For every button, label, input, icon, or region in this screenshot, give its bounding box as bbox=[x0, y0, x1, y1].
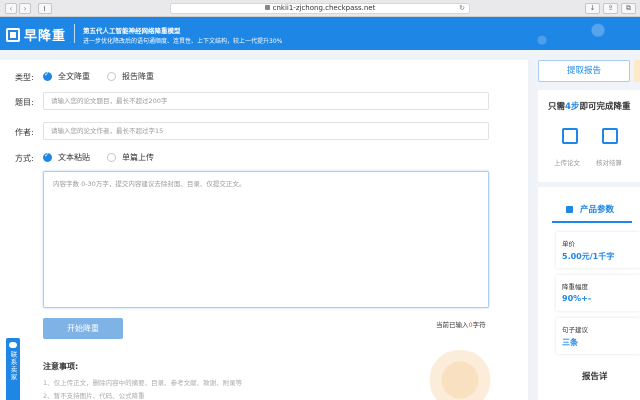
share-icon[interactable]: ⇪ bbox=[603, 3, 618, 14]
params-icon bbox=[566, 205, 573, 213]
mode-option-upload-label: 单篇上传 bbox=[122, 153, 154, 162]
param-card-suggestions: 句子建议 三条 bbox=[556, 318, 640, 354]
start-rewrite-button[interactable]: 开始降重 bbox=[43, 318, 123, 339]
param-value: 5.00元/1千字 bbox=[562, 252, 615, 261]
note-item: 2、暂不支持图片、代码、公式降重 bbox=[43, 392, 145, 400]
mode-option-paste-label: 文本粘贴 bbox=[58, 153, 90, 162]
char-count-prefix: 当前已输入 bbox=[436, 321, 469, 329]
logo[interactable]: 早降重 bbox=[6, 25, 66, 44]
note-item: 1、仅上传正文，删除内容中的摘要、目录、参考文献、致谢、附录等 bbox=[43, 379, 243, 387]
steps-title-pre: 只需 bbox=[548, 102, 566, 112]
scrollbar[interactable] bbox=[528, 60, 532, 400]
radio-checked-icon bbox=[43, 151, 52, 162]
param-label: 单价 bbox=[562, 240, 575, 248]
param-card-reduction: 降重幅度 90%+- bbox=[556, 275, 640, 311]
params-panel: 产品参数 单价 5.00元/1千字 降重幅度 90%+- 句子建议 三条 报告详 bbox=[538, 187, 640, 400]
step-label: 上传论文 bbox=[554, 159, 580, 167]
type-option-full-label: 全文降重 bbox=[58, 72, 90, 81]
mode-label: 方式: bbox=[15, 154, 34, 163]
site-header: 早降重 第五代人工智能神经网络降重模型 进一步优化降改后的语句通顺度、连贯性、上… bbox=[0, 17, 640, 50]
back-icon[interactable]: ‹ bbox=[5, 3, 17, 14]
author-input[interactable]: 请输入您的论文作者，最长不超过字15 bbox=[43, 122, 489, 140]
param-label: 句子建议 bbox=[562, 326, 588, 334]
upload-icon bbox=[562, 128, 578, 144]
logo-icon bbox=[6, 27, 20, 42]
tab-product-params-label: 产品参数 bbox=[580, 205, 615, 215]
browser-actions: ↓ ⇪ ⧉ bbox=[585, 3, 636, 14]
type-option-full[interactable]: 全文降重 bbox=[43, 70, 90, 82]
param-card-price: 单价 5.00元/1千字 bbox=[556, 232, 640, 268]
steps-title-post: 即可完成降重 bbox=[579, 102, 631, 112]
mode-option-upload[interactable]: 单篇上传 bbox=[107, 152, 154, 163]
header-title: 第五代人工智能神经网络降重模型 bbox=[83, 27, 181, 35]
steps-title: 只需4步即可完成降重 bbox=[548, 100, 630, 112]
param-value: 90%+- bbox=[562, 294, 592, 303]
steps-title-num: 4步 bbox=[565, 102, 580, 112]
contact-seller-label: 联系卖家 bbox=[9, 351, 17, 381]
char-count-suffix: 字符 bbox=[472, 321, 486, 329]
contact-seller-button[interactable]: 联系卖家 bbox=[6, 338, 20, 400]
step-label: 核对结算 bbox=[596, 159, 622, 167]
address-bar[interactable]: cnkii1-zjchong.checkpass.net ↻ bbox=[170, 3, 470, 14]
download-icon[interactable]: ↓ bbox=[585, 3, 600, 14]
browser-toolbar: ‹ › cnkii1-zjchong.checkpass.net ↻ ↓ ⇪ ⧉ bbox=[0, 0, 640, 17]
type-label: 类型: bbox=[15, 73, 34, 82]
content-textarea[interactable]: 内容字数 0-30万字，提交内容建议去除封面、目录、仅提交正文。 bbox=[43, 171, 489, 308]
header-subtitle: 进一步优化降改后的语句通顺度、连贯性、上下文结构，较上一代提升30% bbox=[83, 38, 283, 45]
extract-report-button[interactable]: 提取报告 bbox=[538, 60, 630, 82]
wallet-icon bbox=[602, 128, 618, 144]
radio-unchecked-icon bbox=[107, 153, 116, 162]
char-count: 当前已输入0字符 bbox=[436, 319, 486, 329]
param-value: 三条 bbox=[562, 338, 578, 347]
tab-product-params[interactable]: 产品参数 bbox=[552, 197, 632, 223]
notes-title: 注意事项: bbox=[43, 362, 79, 371]
title-input[interactable]: 请输入您的论文题目，最长不超过200字 bbox=[43, 92, 489, 110]
param-label: 降重幅度 bbox=[562, 283, 588, 291]
lock-icon bbox=[264, 5, 270, 10]
author-label: 作者: bbox=[15, 128, 34, 137]
url-text: cnkii1-zjchong.checkpass.net bbox=[272, 4, 376, 12]
reload-icon[interactable]: ↻ bbox=[459, 4, 465, 13]
chat-icon bbox=[9, 342, 17, 348]
type-option-report[interactable]: 报告降重 bbox=[107, 71, 154, 82]
tab-report-details[interactable]: 报告详 bbox=[582, 370, 608, 382]
steps-panel: 只需4步即可完成降重 上传论文 核对结算 bbox=[538, 90, 640, 182]
radio-unchecked-icon bbox=[107, 72, 116, 81]
header-divider bbox=[74, 24, 75, 43]
logo-text: 早降重 bbox=[24, 29, 67, 44]
radio-checked-icon bbox=[43, 70, 52, 81]
nav-buttons: ‹ › bbox=[5, 3, 31, 14]
mode-option-paste[interactable]: 文本粘贴 bbox=[43, 151, 90, 163]
header-decoration bbox=[500, 17, 640, 50]
tabs-icon[interactable]: ⧉ bbox=[621, 3, 636, 14]
type-option-report-label: 报告降重 bbox=[122, 72, 154, 81]
secondary-button[interactable] bbox=[634, 60, 640, 82]
forward-icon[interactable]: › bbox=[19, 3, 31, 14]
title-label: 题目: bbox=[15, 98, 34, 107]
sidebar-toggle-icon[interactable] bbox=[38, 3, 52, 14]
